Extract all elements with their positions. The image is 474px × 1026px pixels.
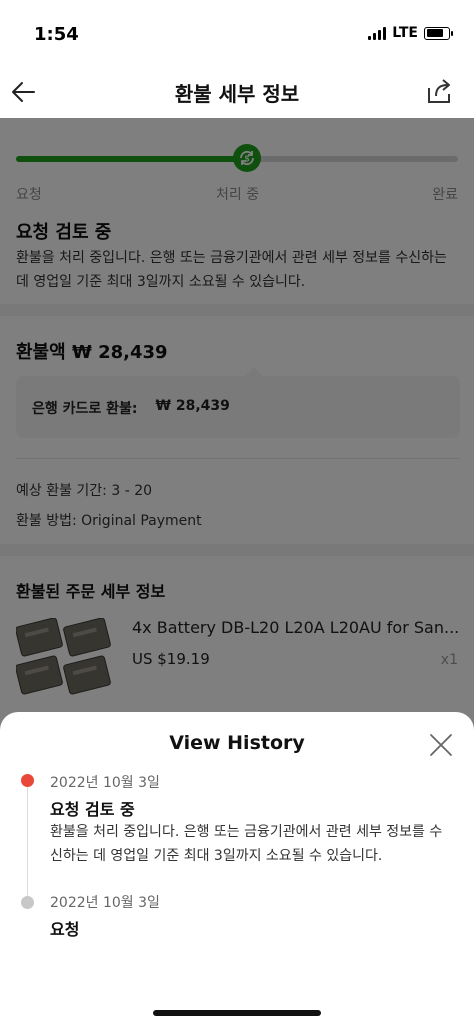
timeline-dot-active: [21, 774, 34, 787]
view-history-sheet: View History 2022년 10월 3일 요청 검토 중 환불을 처리…: [0, 712, 474, 1026]
history-entry-description: 환불을 처리 중입니다. 은행 또는 금융기관에서 관련 세부 정보를 수신하는…: [50, 824, 443, 864]
home-indicator: [153, 1010, 321, 1016]
share-button[interactable]: [424, 76, 454, 106]
timeline-line: [27, 782, 28, 902]
history-entry-date: 2022년 10월 3일: [50, 775, 160, 791]
sheet-title: View History: [169, 732, 305, 754]
history-entry-title: 요청 검토 중: [50, 800, 135, 819]
close-button[interactable]: [426, 730, 456, 760]
close-icon: [430, 734, 452, 756]
network-label: LTE: [392, 25, 418, 41]
nav-bar: 환불 세부 정보: [0, 66, 474, 118]
page-title: 환불 세부 정보: [174, 82, 300, 106]
battery-icon: [424, 26, 453, 40]
status-time: 1:54: [34, 24, 79, 45]
signal-icon: [368, 26, 387, 40]
history-entry-date: 2022년 10월 3일: [50, 895, 160, 911]
status-bar: 1:54 LTE: [0, 0, 474, 66]
share-icon: [428, 79, 450, 103]
timeline-dot-inactive: [21, 896, 34, 909]
history-entry-title: 요청: [50, 920, 80, 939]
status-icons: LTE: [368, 25, 453, 41]
